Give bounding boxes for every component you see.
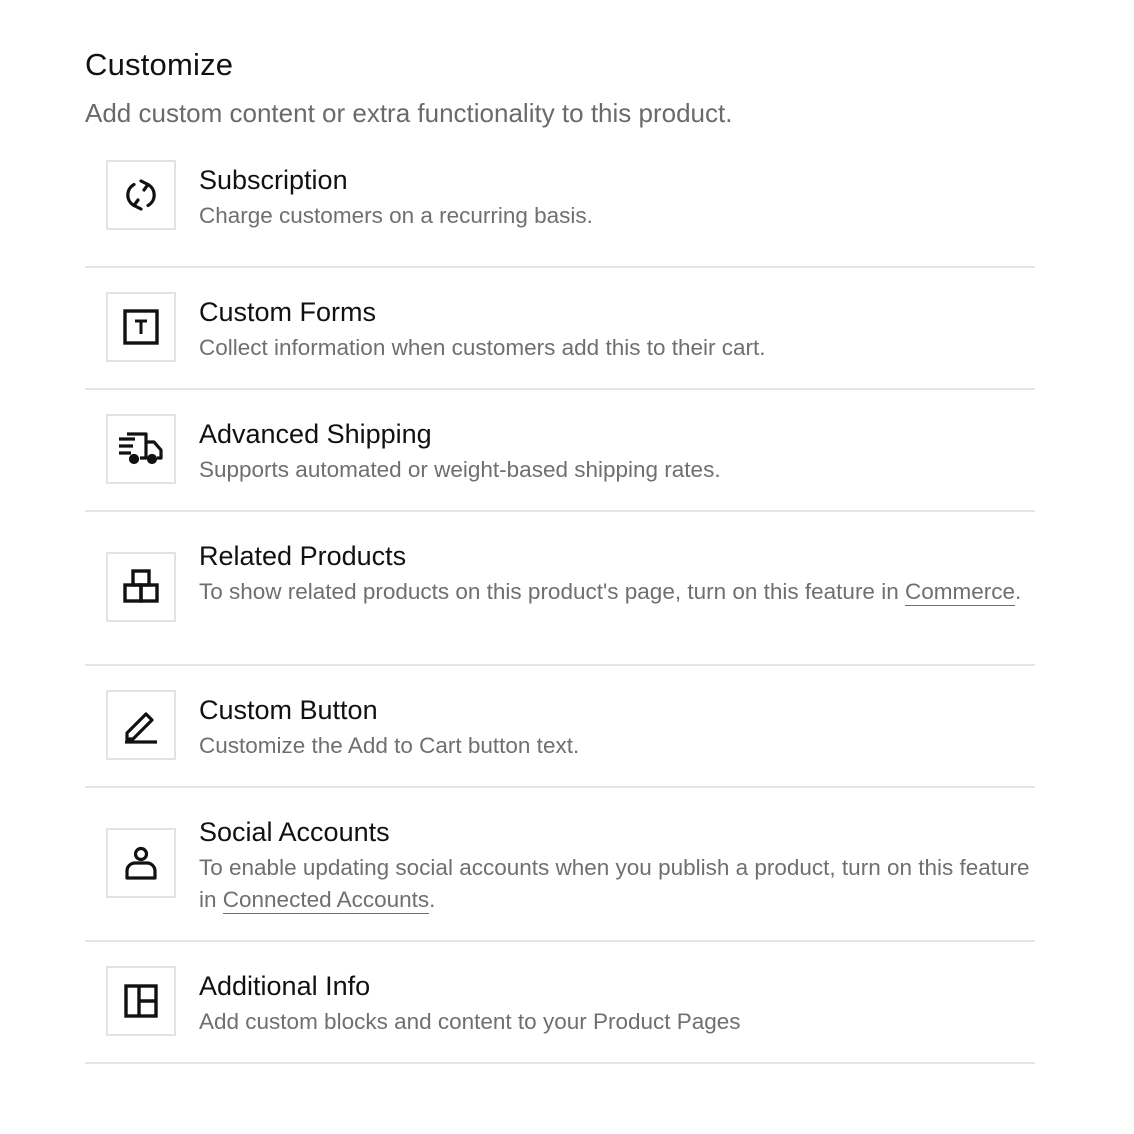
description-period: . [1015, 579, 1022, 604]
option-title: Additional Info [199, 971, 371, 1001]
option-title: Related Products [199, 541, 407, 571]
option-description: Supports automated or weight-based shipp… [199, 457, 721, 482]
text-box-icon [106, 292, 176, 362]
description-period: . [429, 887, 436, 912]
option-description: Charge customers on a recurring basis. [199, 203, 593, 228]
option-title: Custom Button [199, 695, 378, 725]
person-icon [106, 828, 176, 898]
customize-options-list: Subscription Charge customers on a recur… [85, 160, 1035, 1064]
option-description: To show related products on this product… [199, 576, 1035, 608]
option-title: Social Accounts [199, 817, 390, 847]
commerce-link[interactable]: Commerce [904, 579, 1015, 606]
description-text: To show related products on this product… [199, 579, 905, 604]
option-title: Custom Forms [199, 297, 377, 327]
option-additional-info[interactable]: Additional Info Add custom blocks and co… [85, 942, 1035, 1064]
option-description: Add custom blocks and content to your Pr… [199, 1009, 741, 1034]
option-social-accounts[interactable]: Social Accounts To enable updating socia… [85, 788, 1035, 942]
layout-icon [106, 966, 176, 1036]
pencil-icon [106, 690, 176, 760]
connected-accounts-link[interactable]: Connected Accounts [222, 887, 430, 914]
option-title: Advanced Shipping [199, 419, 432, 449]
option-custom-forms[interactable]: Custom Forms Collect information when cu… [85, 268, 1035, 390]
option-description: To enable updating social accounts when … [199, 852, 1035, 916]
option-related-products[interactable]: Related Products To show related product… [85, 512, 1035, 666]
option-subscription[interactable]: Subscription Charge customers on a recur… [85, 160, 1035, 268]
section-subtitle: Add custom content or extra functionalit… [85, 98, 733, 128]
section-title: Customize [85, 47, 234, 82]
option-description: Customize the Add to Cart button text. [199, 733, 580, 758]
customize-panel: Customize Add custom content or extra fu… [85, 46, 1035, 1064]
boxes-icon [106, 552, 176, 622]
option-custom-button[interactable]: Custom Button Customize the Add to Cart … [85, 666, 1035, 788]
option-title: Subscription [199, 165, 348, 195]
truck-icon [106, 414, 176, 484]
option-advanced-shipping[interactable]: Advanced Shipping Supports automated or … [85, 390, 1035, 512]
option-description: Collect information when customers add t… [199, 335, 766, 360]
recurring-arrows-icon [106, 160, 176, 230]
